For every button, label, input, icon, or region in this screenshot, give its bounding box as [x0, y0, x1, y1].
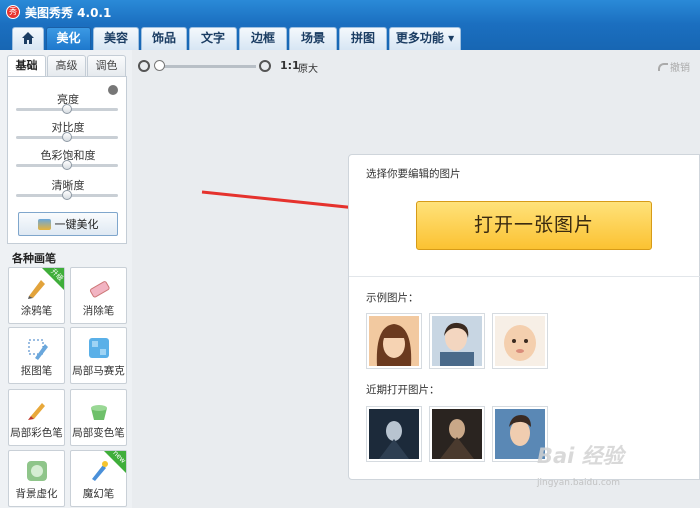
tab-facial[interactable]: 美容 — [93, 27, 139, 50]
subtab-basic[interactable]: 基础 — [7, 55, 46, 77]
sample-image-baby — [495, 316, 545, 366]
brush-cutout[interactable]: 抠图笔 — [8, 327, 65, 384]
brush-magic-label: 魔幻笔 — [82, 488, 115, 500]
recolor-bucket-icon — [91, 405, 107, 420]
cutout-pen-icon — [28, 339, 48, 360]
open-image-button[interactable]: 打开一张图片 — [416, 201, 652, 250]
brush-local-recolor[interactable]: 局部变色笔 — [70, 389, 127, 446]
zoom-slider[interactable] — [156, 65, 256, 68]
contrast-slider[interactable] — [16, 132, 118, 142]
baidu-jingyan-watermark: Bai 经验 — [537, 444, 624, 468]
brush-local-color[interactable]: 局部彩色笔 — [8, 389, 65, 446]
card-divider — [349, 276, 700, 277]
background-blur-icon — [27, 461, 47, 481]
sample-image-3[interactable] — [492, 313, 548, 369]
tab-home[interactable] — [12, 27, 44, 50]
brush-doodle[interactable]: 升级 涂鸦笔 — [8, 267, 65, 324]
recent-image-1[interactable] — [366, 406, 422, 462]
brush-cutout-label: 抠图笔 — [20, 365, 53, 377]
sample-image-2[interactable] — [429, 313, 485, 369]
brush-local-color-label: 局部彩色笔 — [10, 427, 63, 439]
zoom-out-icon[interactable] — [138, 60, 150, 72]
zoom-in-icon[interactable] — [259, 60, 271, 72]
baidu-jingyan-url: jingyan.baidu.com — [537, 478, 621, 488]
magic-beautify-icon — [37, 218, 51, 230]
zoom-slider-knob[interactable] — [154, 60, 165, 71]
sample-image-smiling-woman — [432, 316, 482, 366]
tab-beautify[interactable]: 美化 — [46, 27, 91, 50]
brush-mosaic[interactable]: 局部马赛克 — [70, 327, 127, 384]
brightness-slider[interactable] — [16, 104, 118, 114]
sample-image-woman-bangs — [369, 316, 419, 366]
zoom-1to1-button[interactable]: 1:1 — [280, 59, 300, 72]
app-logo-icon: 秀 — [6, 5, 20, 19]
brush-magic[interactable]: new 魔幻笔 — [70, 449, 127, 507]
zoom-original-label[interactable]: 原大 — [298, 60, 318, 75]
sub-tab-bar: 基础 高级 调色 — [7, 55, 127, 77]
eraser-icon — [89, 281, 110, 298]
adjust-panel: 亮度 对比度 色彩饱和度 清晰度 一键美化 — [7, 76, 127, 244]
brush-background-blur-label: 背景虚化 — [15, 488, 58, 500]
tab-scenes[interactable]: 场景 — [289, 27, 337, 50]
brush-eraser[interactable]: 消除笔 — [70, 267, 127, 324]
card-heading: 选择你要编辑的图片 — [366, 168, 461, 180]
one-click-beautify-label: 一键美化 — [54, 218, 99, 231]
brush-mosaic-label: 局部马赛克 — [72, 365, 125, 377]
subtab-advanced[interactable]: 高级 — [47, 55, 86, 77]
brush-eraser-label: 消除笔 — [82, 305, 115, 317]
sample-image-1[interactable] — [366, 313, 422, 369]
tab-more-features[interactable]: 更多功能 ▾ — [389, 27, 461, 50]
brush-doodle-label: 涂鸦笔 — [20, 305, 53, 317]
undo-icon — [658, 63, 668, 71]
recent-image-armored-man — [432, 409, 482, 459]
undo-label: 撤销 — [670, 63, 690, 74]
main-tab-bar: 美化 美容 饰品 文字 边框 场景 拼图 更多功能 ▾ — [0, 24, 700, 50]
brush-background-blur[interactable]: 背景虚化 — [8, 450, 65, 507]
tab-text[interactable]: 文字 — [189, 27, 237, 50]
left-panel: 基础 高级 调色 亮度 对比度 色彩饱和度 清晰度 一键美化 各种画笔 升级 涂… — [0, 50, 132, 508]
app-title: 美图秀秀 4.0.1 — [25, 5, 112, 20]
brightness-slider-knob[interactable] — [62, 104, 72, 114]
contrast-slider-knob[interactable] — [62, 132, 72, 142]
sample-images-label: 示例图片： — [366, 292, 419, 304]
recent-image-2[interactable] — [429, 406, 485, 462]
tab-frames[interactable]: 边框 — [239, 27, 287, 50]
open-image-card: 选择你要编辑的图片 打开一张图片 示例图片： 近期打开图片： — [348, 154, 700, 480]
tab-collage[interactable]: 拼图 — [339, 27, 387, 50]
undo-button[interactable]: 撤销 — [658, 59, 690, 74]
tab-accessories[interactable]: 饰品 — [141, 27, 187, 50]
home-icon — [22, 32, 34, 44]
title-bar: 秀 美图秀秀 4.0.1 — [0, 0, 700, 24]
recent-image-dark-warrior — [369, 409, 419, 459]
color-brush-icon — [28, 403, 45, 420]
sharpness-slider[interactable] — [16, 190, 118, 200]
recent-images-label: 近期打开图片： — [366, 384, 440, 396]
saturation-slider-knob[interactable] — [62, 160, 72, 170]
saturation-slider[interactable] — [16, 160, 118, 170]
sharpness-slider-knob[interactable] — [62, 190, 72, 200]
mosaic-icon — [89, 338, 109, 358]
one-click-beautify-button[interactable]: 一键美化 — [18, 212, 118, 236]
brush-local-recolor-label: 局部变色笔 — [72, 427, 125, 439]
brushes-heading: 各种画笔 — [12, 252, 56, 265]
subtab-color[interactable]: 调色 — [87, 55, 126, 77]
